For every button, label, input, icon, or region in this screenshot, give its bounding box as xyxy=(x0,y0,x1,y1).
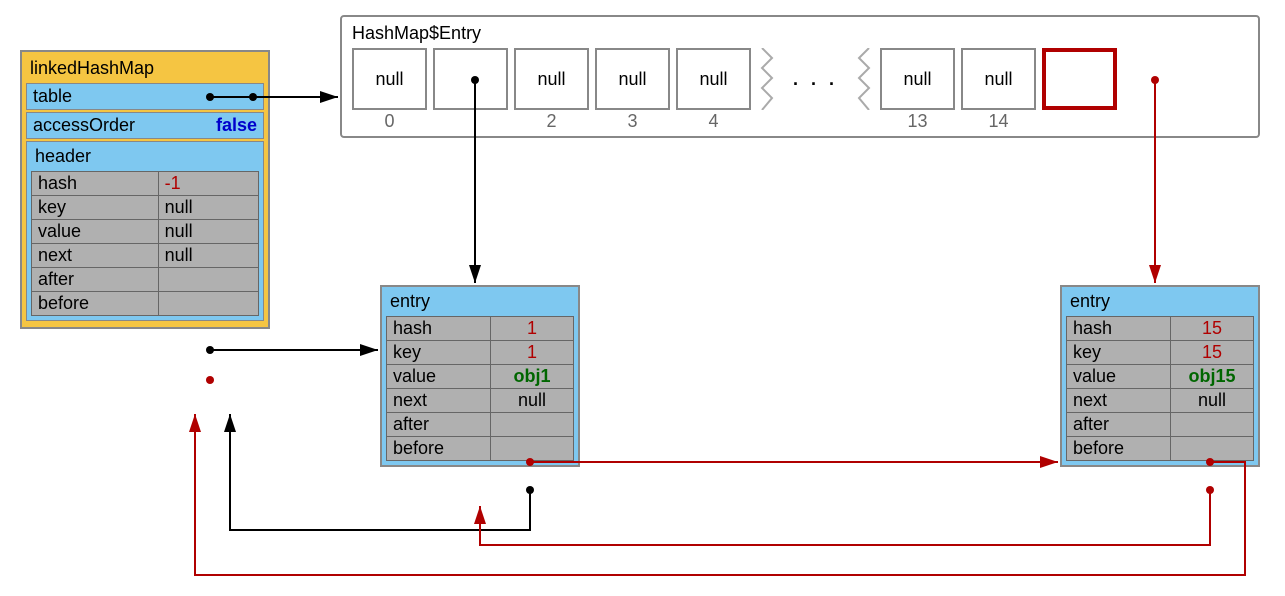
entry1-after-value xyxy=(491,413,573,436)
header-value-value: null xyxy=(159,220,258,243)
array-slot: null 3 xyxy=(595,48,670,110)
header-hash-label: hash xyxy=(32,172,159,195)
entry1-next-value: null xyxy=(491,389,573,412)
lhm-table-label: table xyxy=(33,86,72,107)
slot-index: 14 xyxy=(963,111,1034,132)
array-title: HashMap$Entry xyxy=(352,23,1248,44)
slot-index: 0 xyxy=(354,111,425,132)
table-row: after xyxy=(387,413,573,437)
entry1-value-label: value xyxy=(387,365,491,388)
entry15-before-value xyxy=(1171,437,1253,460)
slot-text: null xyxy=(375,69,403,90)
header-next-value: null xyxy=(159,244,258,267)
lhm-accessorder-value: false xyxy=(216,115,257,136)
zigzag-break-icon xyxy=(757,48,777,110)
slot-text: null xyxy=(618,69,646,90)
array-slot xyxy=(433,48,508,110)
table-row: key 15 xyxy=(1067,341,1253,365)
hashmap-entry-array: HashMap$Entry null 0 null 2 null 3 null … xyxy=(340,15,1260,138)
header-value-row: value null xyxy=(32,220,258,244)
array-slot: null 0 xyxy=(352,48,427,110)
lhm-header-box: header hash -1 key null value null next … xyxy=(26,141,264,321)
entry1-after-label: after xyxy=(387,413,491,436)
entry1-before-value xyxy=(491,437,573,460)
entry15-after-label: after xyxy=(1067,413,1171,436)
header-key-value: null xyxy=(159,196,258,219)
table-row: next null xyxy=(387,389,573,413)
entry15-key-value: 15 xyxy=(1171,341,1253,364)
table-row: hash 1 xyxy=(387,317,573,341)
array-slot-highlighted xyxy=(1042,48,1117,110)
entry15-value-value: obj15 xyxy=(1171,365,1253,388)
header-before-row: before xyxy=(32,292,258,315)
header-value-label: value xyxy=(32,220,159,243)
ellipsis: . . . xyxy=(783,69,848,90)
lhm-accessorder-label: accessOrder xyxy=(33,115,135,136)
entry1-title: entry xyxy=(386,291,574,316)
entry15-before-label: before xyxy=(1067,437,1171,460)
entry15-hash-label: hash xyxy=(1067,317,1171,340)
entry15-after-value xyxy=(1171,413,1253,436)
lhm-table-row: table xyxy=(26,83,264,110)
slot-index: 13 xyxy=(882,111,953,132)
header-after-row: after xyxy=(32,268,258,292)
entry15-next-label: next xyxy=(1067,389,1171,412)
array-slot: null 2 xyxy=(514,48,589,110)
table-row: value obj1 xyxy=(387,365,573,389)
header-after-label: after xyxy=(32,268,159,291)
entry1-box: entry hash 1 key 1 value obj1 next null … xyxy=(380,285,580,467)
array-slot: null 4 xyxy=(676,48,751,110)
entry15-key-label: key xyxy=(1067,341,1171,364)
header-hash-row: hash -1 xyxy=(32,172,258,196)
array-slot: null 14 xyxy=(961,48,1036,110)
entry15-next-value: null xyxy=(1171,389,1253,412)
entry1-next-label: next xyxy=(387,389,491,412)
table-row: next null xyxy=(1067,389,1253,413)
linked-hash-map-box: linkedHashMap table accessOrder false he… xyxy=(20,50,270,329)
header-next-label: next xyxy=(32,244,159,267)
entry1-value-value: obj1 xyxy=(491,365,573,388)
table-row: hash 15 xyxy=(1067,317,1253,341)
header-next-row: next null xyxy=(32,244,258,268)
entry1-before-label: before xyxy=(387,437,491,460)
entry1-hash-label: hash xyxy=(387,317,491,340)
header-before-value xyxy=(159,292,258,315)
header-key-row: key null xyxy=(32,196,258,220)
slot-text: null xyxy=(985,69,1013,90)
lhm-header-title: header xyxy=(31,146,259,171)
table-row: key 1 xyxy=(387,341,573,365)
header-before-label: before xyxy=(32,292,159,315)
header-after-value xyxy=(159,268,258,291)
lhm-accessorder-row: accessOrder false xyxy=(26,112,264,139)
slot-index: 4 xyxy=(678,111,749,132)
pointer-dot-icon xyxy=(249,93,257,101)
table-row: before xyxy=(387,437,573,460)
slot-text: null xyxy=(904,69,932,90)
entry15-table: hash 15 key 15 value obj15 next null aft… xyxy=(1066,316,1254,461)
table-row: value obj15 xyxy=(1067,365,1253,389)
table-row: before xyxy=(1067,437,1253,460)
entry15-value-label: value xyxy=(1067,365,1171,388)
header-key-label: key xyxy=(32,196,159,219)
lhm-title: linkedHashMap xyxy=(26,56,264,81)
entry1-key-label: key xyxy=(387,341,491,364)
entry15-hash-value: 15 xyxy=(1171,317,1253,340)
slot-text: null xyxy=(537,69,565,90)
array-slot: null 13 xyxy=(880,48,955,110)
entry1-table: hash 1 key 1 value obj1 next null after … xyxy=(386,316,574,461)
table-row: after xyxy=(1067,413,1253,437)
header-hash-value: -1 xyxy=(159,172,258,195)
entry1-key-value: 1 xyxy=(491,341,573,364)
slot-text: null xyxy=(699,69,727,90)
entry15-title: entry xyxy=(1066,291,1254,316)
array-row: null 0 null 2 null 3 null 4 . . . xyxy=(352,48,1248,110)
zigzag-break-icon xyxy=(854,48,874,110)
slot-index: 3 xyxy=(597,111,668,132)
slot-index: 2 xyxy=(516,111,587,132)
entry1-hash-value: 1 xyxy=(491,317,573,340)
header-table: hash -1 key null value null next null af… xyxy=(31,171,259,316)
entry15-box: entry hash 15 key 15 value obj15 next nu… xyxy=(1060,285,1260,467)
